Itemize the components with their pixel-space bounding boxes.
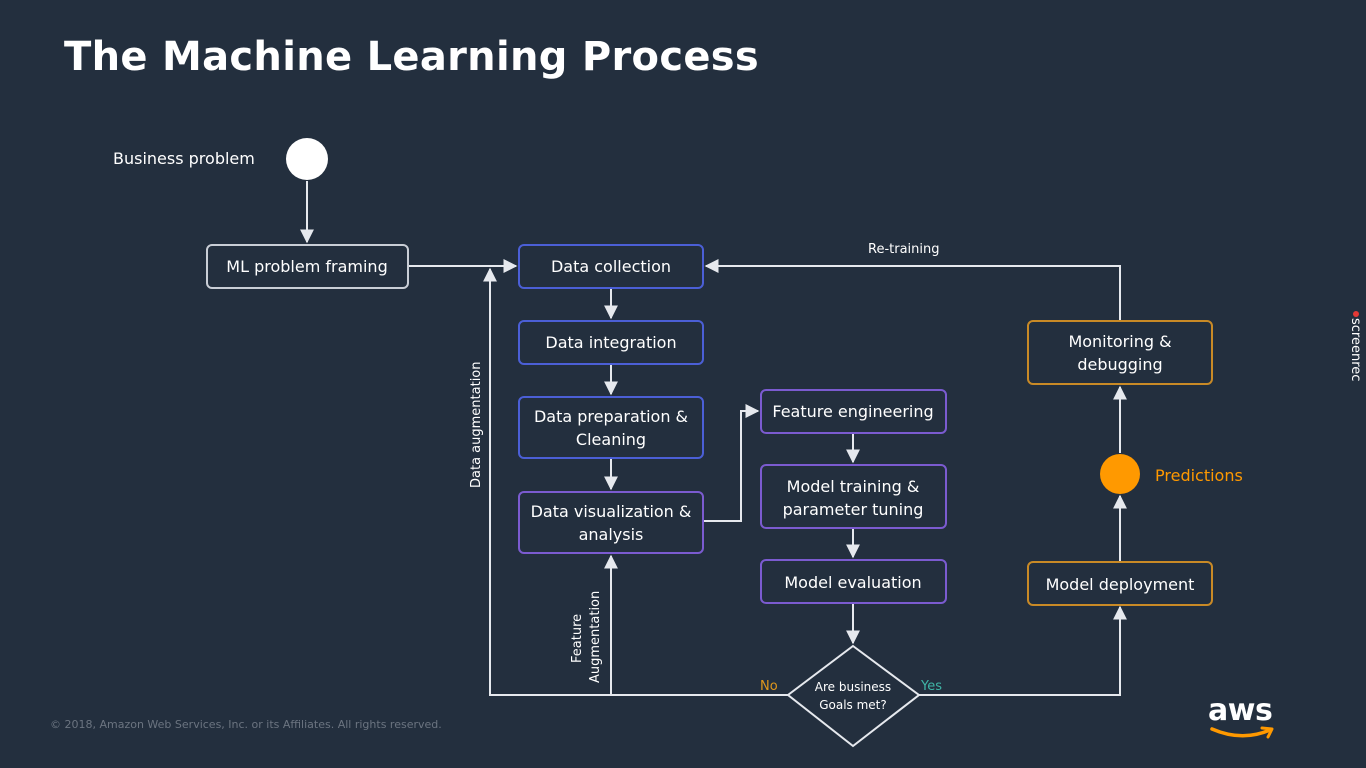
- node-model-deployment: Model deployment: [1027, 561, 1213, 606]
- model-evaluation-label: Model evaluation: [784, 573, 921, 592]
- node-feature-engineering: Feature engineering: [760, 389, 947, 434]
- node-data-collection: Data collection: [518, 244, 704, 289]
- retraining-label: Re-training: [868, 242, 940, 257]
- node-model-training: Model training & parameter tuning: [760, 464, 947, 529]
- ml-process-diagram: Business problem ML problem framing Data…: [113, 138, 1243, 748]
- feature-augmentation-label-line1: Feature: [570, 614, 585, 663]
- data-integration-label: Data integration: [545, 333, 676, 352]
- business-problem-label: Business problem: [113, 149, 255, 168]
- node-monitoring: Monitoring & debugging: [1027, 320, 1213, 385]
- start-circle: [286, 138, 328, 180]
- aws-logo: aws: [1208, 696, 1284, 746]
- data-augmentation-label: Data augmentation: [469, 362, 484, 489]
- edge-yes-to-deployment: [919, 605, 1127, 696]
- data-preparation-label-line1: Data preparation &: [534, 407, 688, 426]
- node-data-visualization: Data visualization & analysis: [518, 491, 704, 554]
- model-deployment-label: Model deployment: [1046, 575, 1195, 594]
- ml-problem-framing-label: ML problem framing: [226, 257, 387, 276]
- copyright-notice: © 2018, Amazon Web Services, Inc. or its…: [50, 718, 442, 731]
- data-preparation-label-line2: Cleaning: [576, 430, 646, 449]
- node-data-preparation: Data preparation & Cleaning: [518, 396, 704, 459]
- yes-label: Yes: [920, 679, 942, 694]
- record-dot-icon: [1353, 311, 1359, 317]
- monitoring-label-line1: Monitoring &: [1068, 332, 1171, 351]
- data-visualization-label-line1: Data visualization &: [531, 502, 692, 521]
- aws-smile-icon: [1210, 726, 1274, 739]
- node-data-integration: Data integration: [518, 320, 704, 365]
- model-training-label-line2: parameter tuning: [783, 500, 924, 519]
- predictions-circle: [1100, 454, 1140, 494]
- screenrec-watermark: screenrec: [1348, 318, 1363, 382]
- predictions-label: Predictions: [1155, 466, 1243, 485]
- monitoring-label-line2: debugging: [1077, 355, 1162, 374]
- edge-visualization-to-feature-engineering: [704, 404, 760, 522]
- feature-augmentation-label-line2: Augmentation: [588, 591, 603, 683]
- decision-label-line2: Goals met?: [819, 698, 887, 712]
- no-label: No: [760, 679, 778, 694]
- feature-engineering-label: Feature engineering: [772, 402, 933, 421]
- edge-retraining: [704, 259, 1121, 320]
- aws-logo-text: aws: [1208, 693, 1273, 728]
- decision-label-line1: Are business: [815, 680, 891, 694]
- node-ml-problem-framing: ML problem framing: [206, 244, 409, 289]
- node-model-evaluation: Model evaluation: [760, 559, 947, 604]
- data-collection-label: Data collection: [551, 257, 671, 276]
- decision-diamond: Are business Goals met?: [786, 644, 921, 748]
- model-training-label-line1: Model training &: [787, 477, 920, 496]
- data-visualization-label-line2: analysis: [579, 525, 644, 544]
